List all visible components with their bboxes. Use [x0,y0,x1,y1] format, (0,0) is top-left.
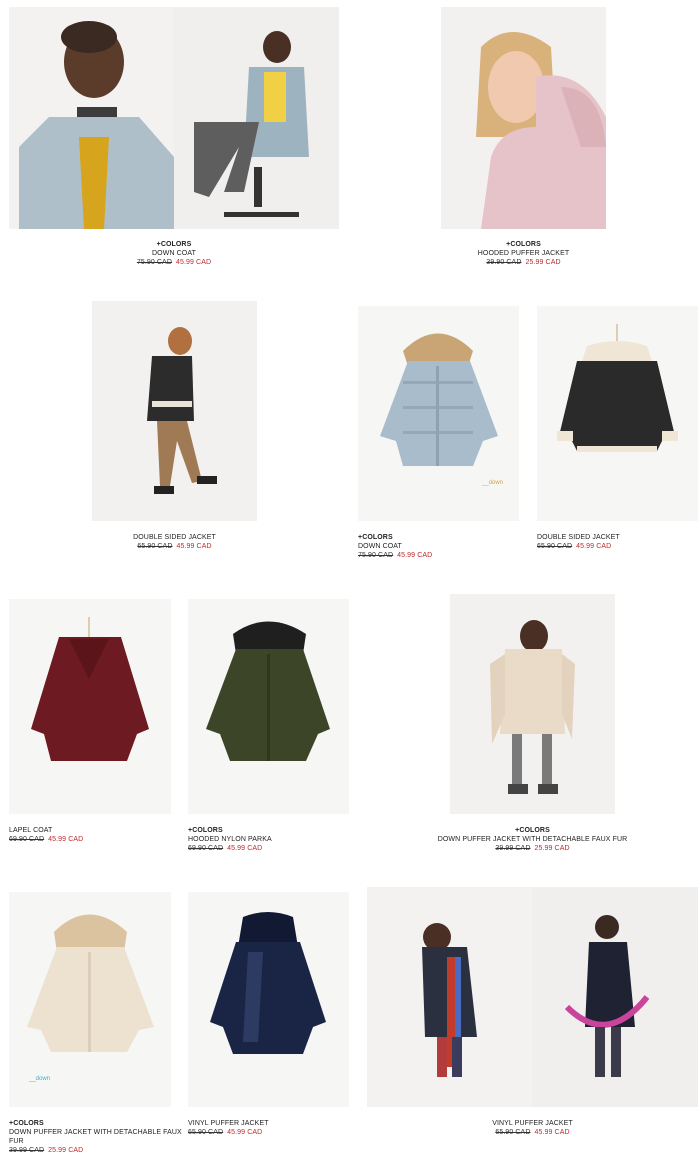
product-image-black-aviator[interactable] [537,306,698,521]
product-info-p10[interactable]: VINYL PUFFER JACKET 65.90 CAD 45.99 CAD [188,1119,349,1137]
sale-price: 45.99 CAD [576,543,612,550]
sale-price: 45.99 CAD [176,259,212,266]
old-price: 65.90 CAD [537,543,573,550]
product-info-p5[interactable]: DOUBLE SIDED JACKET 65.90 CAD 45.99 CAD [537,533,698,551]
product-image-vinyl-puffer-models[interactable] [367,887,698,1107]
old-price: 39.99 CAD [495,845,531,852]
colors-label[interactable]: +COLORS [358,533,519,542]
old-price: 75.90 CAD [136,259,172,266]
product-image-blue-down-coat[interactable]: __down [358,306,519,521]
sale-price: 25.99 CAD [525,259,561,266]
product-name[interactable]: HOODED PUFFER JACKET [441,249,606,258]
product-name[interactable]: DOWN COAT [358,542,519,551]
product-image-hooded-puffer[interactable] [441,7,606,229]
old-price: 39.90 CAD [486,259,522,266]
sale-price: 45.99 CAD [534,1129,570,1136]
sale-price: 45.99 CAD [227,1129,263,1136]
old-price: 65.90 CAD [188,1129,224,1136]
product-tag: __down [482,480,504,486]
product-image-lapel-coat[interactable] [9,599,171,814]
product-info-p3[interactable]: DOUBLE SIDED JACKET 65.90 CAD 45.99 CAD [92,533,257,551]
product-name[interactable]: VINYL PUFFER JACKET [367,1119,698,1128]
product-image-beige-puffer-fur[interactable]: __down [9,892,171,1107]
product-info-p9[interactable]: +COLORS DOWN PUFFER JACKET WITH DETACHAB… [9,1119,189,1155]
colors-label[interactable]: +COLORS [441,240,606,249]
colors-label[interactable]: +COLORS [420,826,645,835]
product-info-p2[interactable]: +COLORS HOODED PUFFER JACKET 39.90 CAD 25… [441,240,606,267]
product-image-vinyl-puffer[interactable] [188,892,349,1107]
old-price: 69.90 CAD [9,836,45,843]
colors-label[interactable]: +COLORS [9,1119,189,1128]
product-image-down-coat-model[interactable] [9,7,339,229]
product-info-p1[interactable]: +COLORS DOWN COAT 75.90 CAD 45.99 CAD [9,240,339,267]
colors-label[interactable]: +COLORS [188,826,349,835]
colors-label[interactable]: +COLORS [9,240,339,249]
product-name[interactable]: VINYL PUFFER JACKET [188,1119,349,1128]
old-price: 75.90 CAD [358,552,394,559]
sale-price: 45.99 CAD [176,543,212,550]
product-name[interactable]: DOUBLE SIDED JACKET [537,533,698,542]
product-name[interactable]: DOWN COAT [9,249,339,258]
product-image-nylon-parka[interactable] [188,599,349,814]
sale-price: 25.99 CAD [534,845,570,852]
product-tag: __down [29,1076,51,1082]
old-price: 65.90 CAD [137,543,173,550]
sale-price: 45.99 CAD [227,845,263,852]
product-name[interactable]: HOODED NYLON PARKA [188,835,349,844]
product-name[interactable]: DOWN PUFFER JACKET WITH DETACHABLE FAUX … [9,1128,189,1146]
sale-price: 45.99 CAD [48,836,84,843]
product-info-p11[interactable]: VINYL PUFFER JACKET 65.90 CAD 45.99 CAD [367,1119,698,1137]
product-info-p8[interactable]: +COLORS DOWN PUFFER JACKET WITH DETACHAB… [420,826,645,853]
product-name[interactable]: DOUBLE SIDED JACKET [92,533,257,542]
product-image-double-sided-model[interactable] [92,301,257,521]
product-name[interactable]: LAPEL COAT [9,826,171,835]
product-info-p4[interactable]: +COLORS DOWN COAT 75.90 CAD 45.99 CAD [358,533,519,560]
product-image-beige-puffer-model[interactable] [450,594,615,814]
old-price: 65.90 CAD [495,1129,531,1136]
old-price: 69.90 CAD [188,845,224,852]
product-info-p7[interactable]: +COLORS HOODED NYLON PARKA 69.90 CAD 45.9… [188,826,349,853]
product-name[interactable]: DOWN PUFFER JACKET WITH DETACHABLE FAUX … [420,835,645,844]
product-info-p6[interactable]: LAPEL COAT 69.90 CAD 45.99 CAD [9,826,171,844]
sale-price: 45.99 CAD [397,552,433,559]
